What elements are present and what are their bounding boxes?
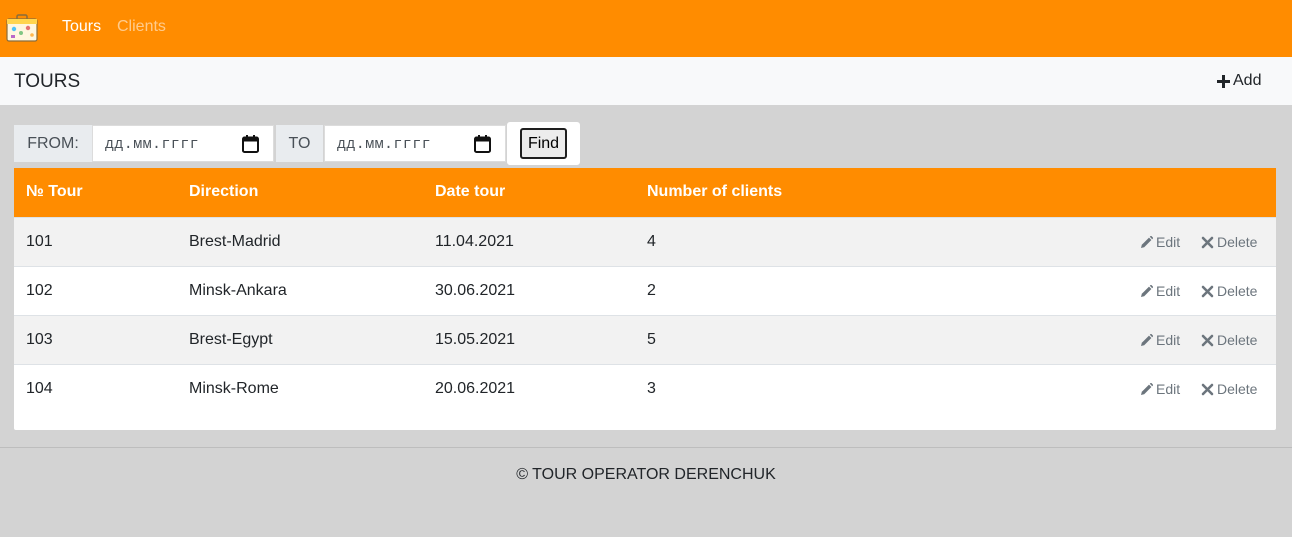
nav-link-clients[interactable]: Clients — [117, 18, 166, 36]
table-row: 101 Brest-Madrid 11.04.2021 4 Edit Delet… — [14, 217, 1276, 266]
edit-button[interactable]: Edit — [1140, 234, 1180, 250]
delete-label: Delete — [1217, 234, 1258, 250]
delete-button[interactable]: Delete — [1201, 381, 1257, 397]
from-label: FROM: — [14, 125, 92, 162]
from-date-input[interactable]: дд.мм.гггг — [92, 125, 274, 162]
edit-button[interactable]: Edit — [1140, 332, 1180, 348]
footer-divider — [0, 447, 1292, 448]
page-title: TOURS — [14, 71, 81, 92]
delete-button[interactable]: Delete — [1201, 332, 1257, 348]
edit-label: Edit — [1156, 332, 1181, 348]
delete-label: Delete — [1217, 381, 1258, 397]
column-header-direction: Direction — [189, 183, 259, 200]
cell-clients: 4 — [647, 233, 656, 250]
suitcase-logo-icon[interactable] — [6, 14, 38, 42]
add-tour-button[interactable]: Add — [1217, 72, 1261, 90]
plus-icon — [1217, 74, 1230, 88]
table-row: 103 Brest-Egypt 15.05.2021 5 Edit Delete — [14, 315, 1276, 364]
to-label: TO — [276, 125, 323, 162]
cell-date: 30.06.2021 — [435, 282, 516, 299]
cell-clients: 2 — [647, 282, 656, 299]
delete-label: Delete — [1217, 332, 1258, 348]
close-icon — [1201, 383, 1214, 395]
cell-direction: Brest-Egypt — [189, 331, 273, 348]
cell-number: 101 — [26, 233, 53, 250]
edit-button[interactable]: Edit — [1140, 381, 1180, 397]
pencil-icon — [1141, 382, 1153, 395]
close-icon — [1201, 285, 1214, 297]
edit-label: Edit — [1156, 234, 1181, 250]
top-navbar: Tours Clients — [0, 0, 1292, 57]
calendar-icon[interactable] — [474, 135, 491, 153]
table-row: 104 Minsk-Rome 20.06.2021 3 Edit Delete — [14, 364, 1276, 413]
cell-date: 15.05.2021 — [435, 331, 516, 348]
delete-button[interactable]: Delete — [1201, 234, 1257, 250]
column-header-number: № Tour — [26, 183, 83, 200]
table-row: 102 Minsk-Ankara 30.06.2021 2 Edit Delet… — [14, 266, 1276, 315]
footer-copyright: © TOUR OPERATOR DERENCHUK — [516, 466, 776, 483]
column-header-clients: Number of clients — [647, 183, 783, 200]
delete-button[interactable]: Delete — [1201, 283, 1257, 299]
cell-direction: Minsk-Ankara — [189, 282, 287, 299]
pencil-icon — [1141, 235, 1153, 248]
to-date-input[interactable]: дд.мм.гггг — [324, 125, 506, 162]
from-date-placeholder: дд.мм.гггг — [105, 136, 200, 153]
cell-clients: 5 — [647, 331, 656, 348]
page-header: TOURS Add — [0, 57, 1292, 105]
edit-button[interactable]: Edit — [1140, 283, 1180, 299]
tours-table: № Tour Direction Date tour Number of cli… — [14, 168, 1276, 430]
close-icon — [1201, 236, 1214, 248]
to-date-placeholder: дд.мм.гггг — [337, 136, 432, 153]
edit-label: Edit — [1156, 283, 1181, 299]
cell-number: 103 — [26, 331, 53, 348]
find-button-wrapper: Find — [507, 122, 580, 165]
cell-date: 20.06.2021 — [435, 380, 516, 397]
edit-label: Edit — [1156, 381, 1181, 397]
calendar-icon[interactable] — [242, 135, 259, 153]
cell-direction: Minsk-Rome — [189, 380, 279, 397]
pencil-icon — [1141, 333, 1153, 346]
cell-date: 11.04.2021 — [435, 233, 514, 250]
cell-number: 102 — [26, 282, 53, 299]
find-button[interactable]: Find — [520, 128, 567, 159]
cell-clients: 3 — [647, 380, 656, 397]
close-icon — [1201, 334, 1214, 346]
add-button-label: Add — [1233, 72, 1262, 89]
nav-link-tours[interactable]: Tours — [62, 18, 101, 36]
cell-number: 104 — [26, 380, 53, 397]
pencil-icon — [1141, 284, 1153, 297]
table-header: № Tour Direction Date tour Number of cli… — [14, 168, 1276, 217]
cell-direction: Brest-Madrid — [189, 233, 281, 250]
column-header-date: Date tour — [435, 183, 506, 200]
delete-label: Delete — [1217, 283, 1258, 299]
